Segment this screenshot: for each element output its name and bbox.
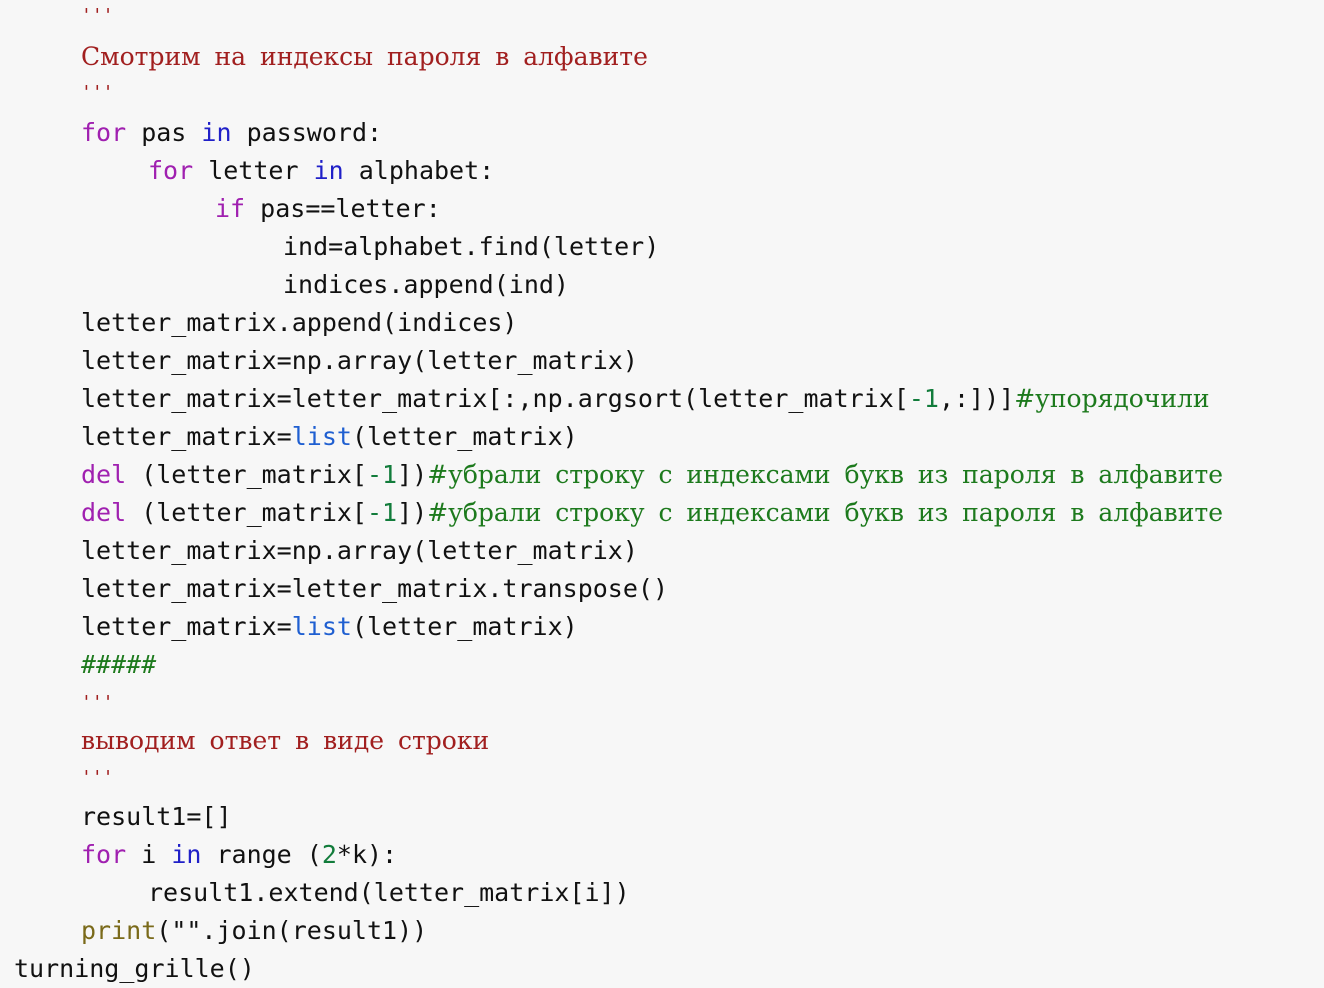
number-literal: -1	[366, 460, 398, 489]
code-line-del-2: del (letter_matrix[-1])#убрали строку с …	[81, 494, 1223, 532]
code-line-find: ind=alphabet.find(letter)	[283, 228, 659, 266]
code-line-append-indices: letter_matrix.append(indices)	[81, 304, 518, 342]
code-line-list: letter_matrix=list(letter_matrix)	[81, 418, 578, 456]
comment: #####	[81, 650, 157, 679]
code-text: letter_matrix=np.array(letter_matrix)	[81, 536, 638, 565]
keyword-del: del	[81, 498, 127, 527]
builtin-list: list	[291, 422, 352, 451]
code-line-list-2: letter_matrix=list(letter_matrix)	[81, 608, 578, 646]
comment: #убрали строку с индексами букв из парол…	[427, 460, 1224, 489]
code-text: pas	[126, 118, 202, 147]
code-line-for-letter: for letter in alphabet:	[148, 152, 494, 190]
comment: #убрали строку с индексами букв из парол…	[427, 498, 1224, 527]
keyword-del: del	[81, 460, 127, 489]
code-text: letter_matrix=letter_matrix[:,np.argsort…	[81, 384, 909, 413]
keyword-in: in	[313, 156, 344, 185]
keyword-in: in	[171, 840, 202, 869]
code-text: *k):	[336, 840, 398, 869]
builtin-print: print	[81, 916, 157, 945]
code-line-result-init: result1=[]	[81, 798, 232, 836]
code-line-transpose: letter_matrix=letter_matrix.transpose()	[81, 570, 668, 608]
code-text: (letter_matrix[	[126, 460, 367, 489]
code-text: result1=[]	[81, 802, 232, 831]
code-text: ("".join(result1))	[156, 916, 428, 945]
docstring-quote: '''	[81, 692, 114, 713]
code-block[interactable]: ''' Смотрим на индексы пароля в алфавите…	[0, 0, 1324, 988]
code-text: letter	[193, 156, 314, 185]
docstring-text: выводим ответ в виде строки	[81, 726, 490, 755]
code-text: result1.extend(letter_matrix[i])	[148, 878, 630, 907]
number-literal: -1	[908, 384, 939, 413]
code-text: turning_grille()	[14, 954, 255, 983]
docstring-quote-close: '''	[81, 756, 114, 794]
code-text: (letter_matrix)	[351, 422, 578, 451]
keyword-for: for	[148, 156, 194, 185]
docstring-text: Смотрим на индексы пароля в алфавите	[81, 42, 648, 71]
number-literal: -1	[366, 498, 398, 527]
code-text: ,:])]	[938, 384, 1015, 413]
keyword-for: for	[81, 118, 127, 147]
code-line-del-1: del (letter_matrix[-1])#убрали строку с …	[81, 456, 1223, 494]
code-text: (letter_matrix)	[351, 612, 578, 641]
comment: #упорядочили	[1014, 384, 1210, 413]
code-text: indices.append(ind)	[283, 270, 569, 299]
code-text: range (	[201, 840, 322, 869]
code-text: ])	[397, 498, 428, 527]
keyword-in: in	[201, 118, 232, 147]
code-line-np-array: letter_matrix=np.array(letter_matrix)	[81, 342, 638, 380]
docstring-line: Смотрим на индексы пароля в алфавите	[81, 38, 648, 76]
code-line-extend: result1.extend(letter_matrix[i])	[148, 874, 630, 912]
code-line-append-ind: indices.append(ind)	[283, 266, 569, 304]
code-text: (letter_matrix[	[126, 498, 367, 527]
code-text: ind=alphabet.find(letter)	[283, 232, 660, 261]
docstring-quote: '''	[81, 5, 114, 26]
code-text: letter_matrix=np.array(letter_matrix)	[81, 346, 638, 375]
keyword-for: for	[81, 840, 127, 869]
code-line-if: if pas==letter:	[215, 190, 441, 228]
code-line-np-array-2: letter_matrix=np.array(letter_matrix)	[81, 532, 638, 570]
docstring-quote-open: '''	[81, 681, 114, 719]
docstring-line: выводим ответ в виде строки	[81, 722, 489, 760]
code-text: ])	[397, 460, 428, 489]
docstring-quote: '''	[81, 767, 114, 788]
code-line-for-range: for i in range (2*k):	[81, 836, 397, 874]
code-line-print: print("".join(result1))	[81, 912, 427, 950]
code-text: letter_matrix=letter_matrix.transpose()	[81, 574, 668, 603]
code-text: pas==letter:	[245, 194, 441, 223]
code-text: password:	[231, 118, 383, 147]
docstring-quote-close: '''	[81, 71, 114, 109]
keyword-if: if	[215, 194, 246, 223]
code-text: letter_matrix.append(indices)	[81, 308, 518, 337]
code-text: letter_matrix=	[81, 612, 292, 641]
code-line-for-pas: for pas in password:	[81, 114, 382, 152]
docstring-quote-open: '''	[81, 0, 114, 32]
docstring-quote: '''	[81, 82, 114, 103]
code-line-call: turning_grille()	[14, 950, 255, 988]
code-text: i	[126, 840, 172, 869]
number-literal: 2	[321, 840, 337, 869]
code-line-argsort: letter_matrix=letter_matrix[:,np.argsort…	[81, 380, 1210, 418]
code-line-hash: #####	[81, 646, 156, 684]
builtin-list: list	[291, 612, 352, 641]
code-text: alphabet:	[343, 156, 495, 185]
code-text: letter_matrix=	[81, 422, 292, 451]
